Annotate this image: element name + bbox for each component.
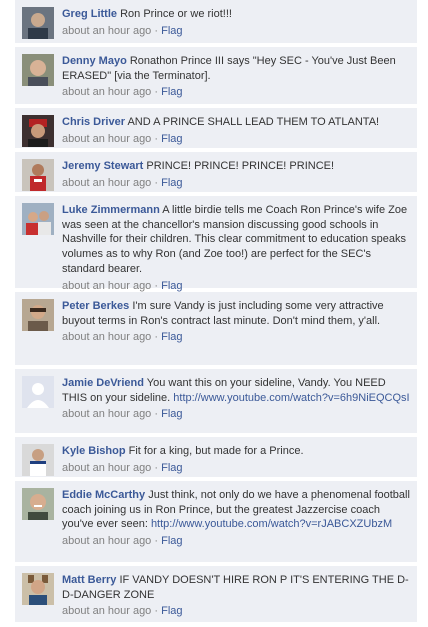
comment-timestamp: about an hour ago [62,535,152,548]
comment-timestamp: about an hour ago [62,176,152,189]
comment-timestamp: about an hour ago [62,605,152,618]
comment-item: Greg Little Ron Prince or we riot!!! abo… [15,0,417,43]
avatar[interactable] [22,159,54,191]
comment-author-link[interactable]: Kyle Bishop [62,445,126,457]
comment-item: Matt Berry IF VANDY DOESN'T HIRE RON P I… [15,566,417,622]
meta-separator: · [154,461,159,474]
flag-link[interactable]: Flag [161,25,182,37]
meta-separator: · [154,176,159,189]
comment-feed: Greg Little Ron Prince or we riot!!! abo… [15,0,417,627]
comment-timestamp: about an hour ago [62,461,152,474]
avatar[interactable] [22,488,54,520]
flag-link[interactable]: Flag [161,605,182,617]
avatar[interactable] [22,299,54,331]
meta-separator: · [154,279,159,292]
avatar[interactable] [22,54,54,86]
meta-separator: · [154,605,159,618]
comment-item: Jamie DeVriend You want this on your sid… [15,369,417,433]
comment-item: Kyle Bishop Fit for a king, but made for… [15,437,417,477]
comment-timestamp: about an hour ago [62,86,152,99]
comment-text: Fit for a king, but made for a Prince. [128,445,304,457]
meta-separator: · [154,331,159,344]
comment-author-link[interactable]: Jeremy Stewart [62,160,143,172]
flag-link[interactable]: Flag [161,177,182,189]
avatar[interactable] [22,7,54,39]
comment-author-link[interactable]: Eddie McCarthy [62,489,145,501]
avatar[interactable] [22,115,54,147]
flag-link[interactable]: Flag [161,408,182,420]
meta-separator: · [154,86,159,99]
comment-item: Jeremy Stewart PRINCE! PRINCE! PRINCE! P… [15,152,417,192]
comment-author-link[interactable]: Greg Little [62,8,117,20]
comment-text: AND A PRINCE SHALL LEAD THEM TO ATLANTA! [127,116,380,128]
comment-text: PRINCE! PRINCE! PRINCE! PRINCE! [146,160,335,172]
comment-author-link[interactable]: Luke Zimmermann [62,204,160,216]
comment-author-link[interactable]: Chris Driver [62,116,125,128]
avatar[interactable] [22,573,54,605]
comment-author-link[interactable]: Denny Mayo [62,55,127,67]
comment-url-link[interactable]: http://www.youtube.com/watch?v=6h9NiEQCQ… [173,392,409,404]
comment-item: Denny Mayo Ronathon Prince III says "Hey… [15,47,417,104]
flag-link[interactable]: Flag [161,86,182,98]
meta-separator: · [154,132,159,145]
comment-author-link[interactable]: Peter Berkes [62,300,129,312]
flag-link[interactable]: Flag [161,280,182,292]
avatar[interactable] [22,444,54,476]
comment-timestamp: about an hour ago [62,132,152,145]
avatar[interactable] [22,203,54,235]
comment-item: Eddie McCarthy Just think, not only do w… [15,481,417,562]
flag-link[interactable]: Flag [161,462,182,474]
comment-item: Luke Zimmermann A little birdie tells me… [15,196,417,292]
meta-separator: · [154,535,159,548]
comment-text: Ron Prince or we riot!!! [120,8,232,20]
meta-separator: · [154,408,159,421]
flag-link[interactable]: Flag [161,331,182,343]
comment-timestamp: about an hour ago [62,331,152,344]
flag-link[interactable]: Flag [161,133,182,145]
comment-timestamp: about an hour ago [62,408,152,421]
comment-timestamp: about an hour ago [62,279,152,292]
comment-url-link[interactable]: http://www.youtube.com/watch?v=rJABCXZUb… [151,518,392,530]
comment-author-link[interactable]: Matt Berry [62,574,116,586]
comment-item: Peter Berkes I'm sure Vandy is just incl… [15,292,417,365]
comment-timestamp: about an hour ago [62,24,152,37]
comment-item: Chris Driver AND A PRINCE SHALL LEAD THE… [15,108,417,148]
default-avatar-icon[interactable] [22,376,54,408]
meta-separator: · [154,24,159,37]
comment-author-link[interactable]: Jamie DeVriend [62,377,144,389]
flag-link[interactable]: Flag [161,535,182,547]
